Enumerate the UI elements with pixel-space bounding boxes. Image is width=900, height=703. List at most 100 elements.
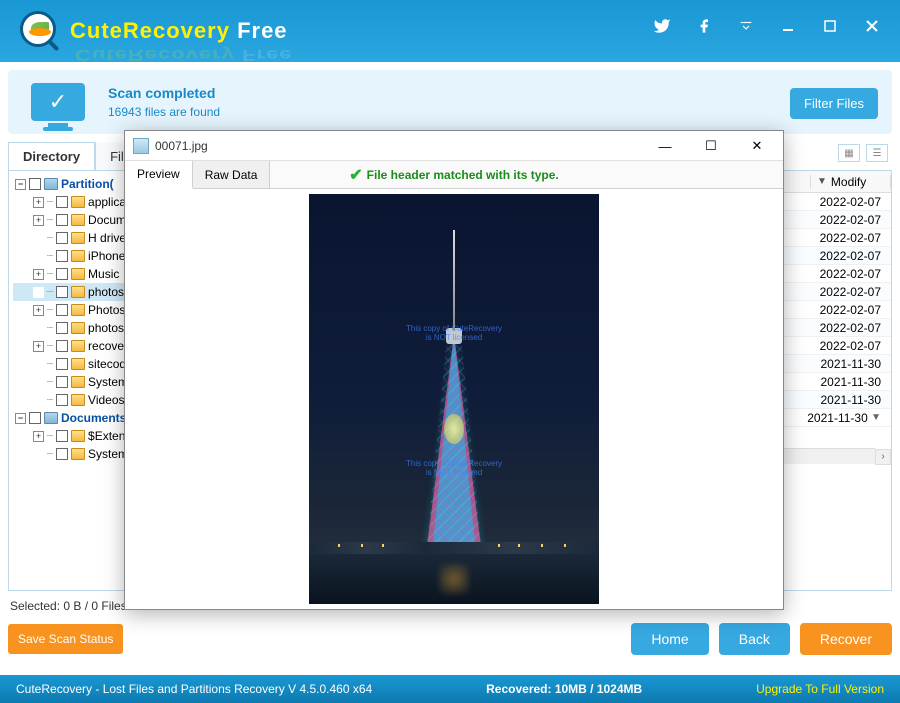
expander-icon[interactable]: + bbox=[33, 197, 44, 208]
file-icon bbox=[133, 138, 149, 154]
dialog-controls: — ☐ ✕ bbox=[643, 135, 779, 157]
sort-down-icon: ▼ bbox=[817, 176, 827, 187]
tab-raw-data[interactable]: Raw Data bbox=[193, 161, 271, 188]
checkbox[interactable] bbox=[56, 358, 68, 370]
expander-icon bbox=[33, 287, 44, 298]
column-modify[interactable]: ▼ Modify bbox=[811, 175, 891, 189]
expander-icon[interactable]: + bbox=[33, 341, 44, 352]
dialog-title: 00071.jpg bbox=[155, 139, 208, 153]
expander-icon[interactable]: + bbox=[33, 305, 44, 316]
column-modify-label: Modify bbox=[831, 175, 866, 189]
image-watermark: This copy of CuteRecoveryis NOT licensed bbox=[406, 324, 502, 342]
app-title-reflection: CuteRecovery Free bbox=[75, 46, 293, 64]
dialog-status-bar: Preview Raw Data ✔ File header matched w… bbox=[125, 161, 783, 189]
scan-text: Scan completed 16943 files are found bbox=[108, 85, 220, 119]
expander-icon[interactable]: + bbox=[33, 269, 44, 280]
filter-files-button[interactable]: Filter Files bbox=[790, 88, 878, 119]
folder-icon bbox=[71, 340, 85, 352]
expander-icon[interactable]: − bbox=[15, 179, 26, 190]
upgrade-link[interactable]: Upgrade To Full Version bbox=[756, 682, 884, 696]
checkbox[interactable] bbox=[56, 268, 68, 280]
footer-recovered: Recovered: 10MB / 1024MB bbox=[486, 682, 642, 696]
tree-label: Music bbox=[88, 267, 119, 281]
checkbox[interactable] bbox=[56, 340, 68, 352]
status-message: File header matched with its type. bbox=[367, 168, 559, 182]
app-title: CuteRecovery Free bbox=[70, 18, 288, 44]
folder-icon bbox=[71, 250, 85, 262]
folder-icon bbox=[71, 214, 85, 226]
view-toggles: ▦ ☰ bbox=[838, 144, 888, 162]
checkbox[interactable] bbox=[56, 214, 68, 226]
scroll-right-icon[interactable]: › bbox=[875, 449, 891, 465]
expander-icon bbox=[33, 233, 44, 244]
expander-icon[interactable]: + bbox=[33, 215, 44, 226]
expander-icon bbox=[33, 359, 44, 370]
home-button[interactable]: Home bbox=[631, 623, 708, 655]
dropdown-icon[interactable] bbox=[736, 16, 756, 36]
expander-icon bbox=[33, 377, 44, 388]
tree-label: Partition( bbox=[61, 177, 114, 191]
checkbox[interactable] bbox=[56, 430, 68, 442]
expander-icon bbox=[33, 449, 44, 460]
folder-icon bbox=[71, 286, 85, 298]
scan-title: Scan completed bbox=[108, 85, 220, 101]
folder-icon bbox=[71, 268, 85, 280]
tree-label: System bbox=[88, 447, 128, 461]
checkbox[interactable] bbox=[56, 448, 68, 460]
back-button[interactable]: Back bbox=[719, 623, 790, 655]
folder-icon bbox=[71, 196, 85, 208]
checkbox[interactable] bbox=[29, 178, 41, 190]
minimize-icon[interactable] bbox=[778, 16, 798, 36]
dialog-tabs: Preview Raw Data bbox=[125, 161, 270, 188]
checkbox[interactable] bbox=[56, 196, 68, 208]
preview-image: This copy of CuteRecoveryis NOT licensed… bbox=[309, 194, 599, 604]
view-list-icon[interactable]: ☰ bbox=[866, 144, 888, 162]
expander-icon bbox=[33, 395, 44, 406]
selected-status: Selected: 0 B / 0 Files. bbox=[10, 599, 130, 613]
twitter-icon[interactable] bbox=[652, 16, 672, 36]
folder-icon bbox=[71, 322, 85, 334]
checkbox[interactable] bbox=[56, 322, 68, 334]
dialog-close-icon[interactable]: ✕ bbox=[735, 135, 779, 157]
tree-label: Videos bbox=[88, 393, 124, 407]
image-watermark: This copy of CuteRecoveryis NOT licensed bbox=[406, 459, 502, 477]
scan-status-banner: ✓ Scan completed 16943 files are found F… bbox=[8, 70, 892, 134]
dialog-titlebar[interactable]: 00071.jpg — ☐ ✕ bbox=[125, 131, 783, 161]
recover-button[interactable]: Recover bbox=[800, 623, 892, 655]
folder-icon bbox=[71, 448, 85, 460]
dialog-maximize-icon[interactable]: ☐ bbox=[689, 135, 733, 157]
tree-label: H drive bbox=[88, 231, 126, 245]
expander-icon[interactable]: + bbox=[33, 431, 44, 442]
checkbox[interactable] bbox=[29, 412, 41, 424]
nav-buttons: Home Back Recover bbox=[631, 623, 892, 655]
folder-icon bbox=[71, 394, 85, 406]
drive-icon bbox=[44, 178, 58, 190]
checkbox[interactable] bbox=[56, 394, 68, 406]
folder-icon bbox=[71, 430, 85, 442]
dialog-minimize-icon[interactable]: — bbox=[643, 135, 687, 157]
tab-directory[interactable]: Directory bbox=[8, 142, 95, 170]
folder-icon bbox=[71, 304, 85, 316]
save-scan-button[interactable]: Save Scan Status bbox=[8, 624, 123, 654]
checkbox[interactable] bbox=[56, 232, 68, 244]
footer-version: CuteRecovery - Lost Files and Partitions… bbox=[16, 682, 372, 696]
dialog-body: This copy of CuteRecoveryis NOT licensed… bbox=[125, 189, 783, 609]
checkbox[interactable] bbox=[56, 286, 68, 298]
close-icon[interactable] bbox=[862, 16, 882, 36]
checkbox[interactable] bbox=[56, 376, 68, 388]
scan-files-found: 16943 files are found bbox=[108, 105, 220, 119]
window-controls bbox=[652, 16, 882, 36]
view-grid-icon[interactable]: ▦ bbox=[838, 144, 860, 162]
tab-preview[interactable]: Preview bbox=[125, 161, 193, 189]
checkbox[interactable] bbox=[56, 250, 68, 262]
checkbox[interactable] bbox=[56, 304, 68, 316]
dialog-status-text: ✔ File header matched with its type. bbox=[349, 165, 558, 185]
action-bar: Save Scan Status Home Back Recover bbox=[8, 623, 892, 655]
preview-dialog: 00071.jpg — ☐ ✕ Preview Raw Data ✔ File … bbox=[124, 130, 784, 610]
maximize-icon[interactable] bbox=[820, 16, 840, 36]
folder-icon bbox=[71, 358, 85, 370]
facebook-icon[interactable] bbox=[694, 16, 714, 36]
scan-complete-icon: ✓ bbox=[28, 78, 88, 126]
app-header: CuteRecovery Free CuteRecovery Free bbox=[0, 0, 900, 62]
expander-icon[interactable]: − bbox=[15, 413, 26, 424]
